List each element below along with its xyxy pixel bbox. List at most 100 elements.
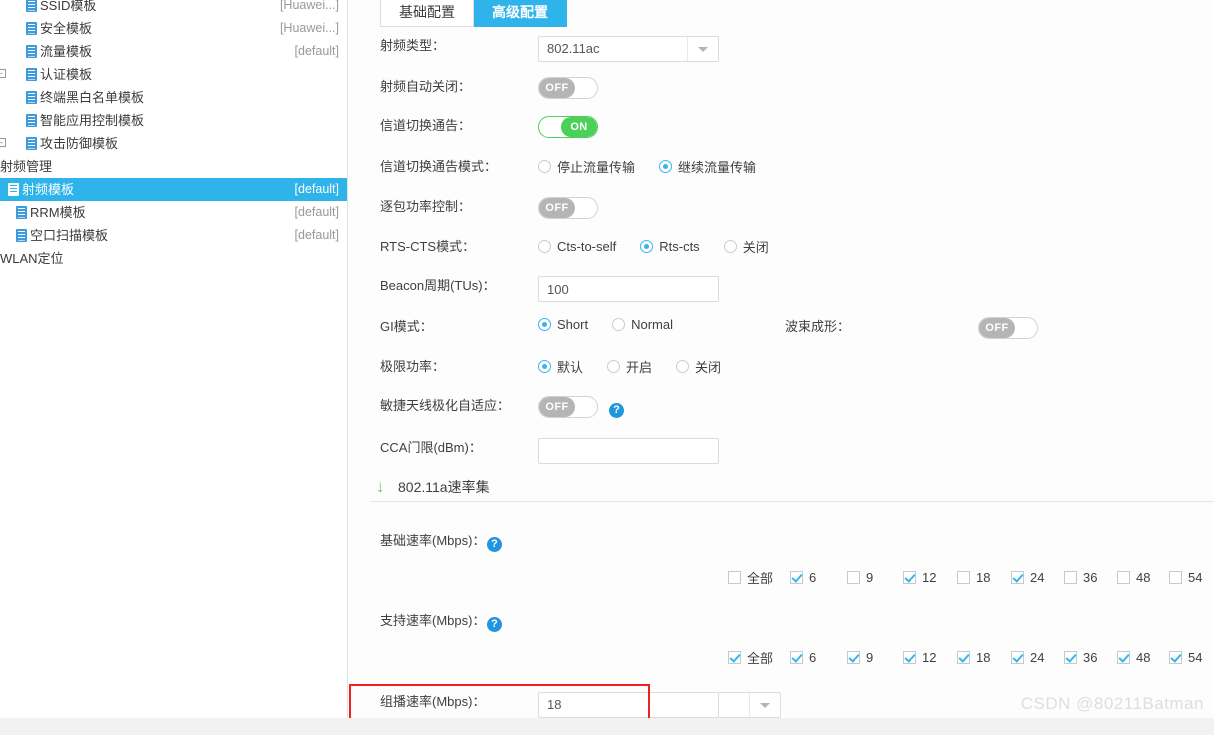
gi-mode-option-1[interactable]: Normal <box>612 317 673 332</box>
checkbox[interactable] <box>847 570 860 584</box>
gi-mode-radio-group[interactable]: Short Normal <box>538 317 697 332</box>
tree-item-5[interactable]: 智能应用控制模板 <box>0 109 347 132</box>
help-icon[interactable]: ? <box>487 537 502 552</box>
rts-cts-mode-option-2[interactable]: 关闭 <box>723 237 769 256</box>
radio-button[interactable] <box>659 160 673 173</box>
tree-item-7[interactable]: 射频管理 <box>0 155 347 178</box>
tab-bar[interactable]: 基础配置 高级配置 <box>380 0 567 27</box>
radio-button[interactable] <box>723 240 737 253</box>
basic-rate-checkbox-18[interactable]: 18 <box>957 570 990 585</box>
tree-item-10[interactable]: 空口扫描模板 [default] <box>0 224 347 247</box>
rts-cts-mode-radio-group[interactable]: Cts-to-self Rts-cts 关闭 <box>538 237 793 256</box>
radio-button[interactable] <box>607 360 621 373</box>
channel-switch-mode-radio-group[interactable]: 停止流量传输 继续流量传输 <box>538 157 780 176</box>
cca-threshold-input-wrap[interactable] <box>538 438 719 464</box>
limit-power-option-2[interactable]: 关闭 <box>676 357 721 376</box>
channel-switch-mode-option-1[interactable]: 继续流量传输 <box>659 157 756 176</box>
help-icon[interactable]: ? <box>487 617 502 632</box>
radio-button[interactable] <box>538 318 551 331</box>
tree-item-1[interactable]: 安全模板 [Huawei...] <box>0 17 347 40</box>
radio-type-select[interactable]: 802.11ac <box>538 36 719 62</box>
checkbox[interactable] <box>957 570 970 584</box>
per-packet-power-toggle[interactable]: OFF <box>538 197 598 219</box>
support-rate-checkbox-9[interactable]: 9 <box>847 650 873 665</box>
basic-rate-checkbox-9[interactable]: 9 <box>847 570 873 585</box>
checkbox[interactable] <box>728 570 741 584</box>
tab-0[interactable]: 基础配置 <box>380 0 474 27</box>
checkbox[interactable] <box>1064 650 1077 664</box>
checkbox[interactable] <box>1117 650 1130 664</box>
support-rate-checkbox-6[interactable]: 6 <box>790 650 816 665</box>
beamforming-toggle[interactable]: OFF <box>978 317 1038 339</box>
checkbox[interactable] <box>957 650 970 664</box>
basic-rate-checkbox-6[interactable]: 6 <box>790 570 816 585</box>
smart-antenna-toggle[interactable]: OFF <box>538 396 598 418</box>
checkbox-label: 36 <box>1083 649 1098 665</box>
expander-icon[interactable]: - <box>0 69 6 78</box>
checkbox[interactable] <box>1011 650 1024 664</box>
basic-rate-checkbox-12[interactable]: 12 <box>903 570 936 585</box>
tree-item-6[interactable]: - 攻击防御模板 <box>0 132 347 155</box>
checkbox[interactable] <box>903 570 916 584</box>
checkbox[interactable] <box>790 650 803 664</box>
limit-power-option-0[interactable]: 默认 <box>538 357 583 376</box>
channel-switch-mode-option-0[interactable]: 停止流量传输 <box>538 157 635 176</box>
limit-power-option-1[interactable]: 开启 <box>607 357 652 376</box>
radio-button[interactable] <box>640 240 654 253</box>
tree-item-2[interactable]: 流量模板 [default] <box>0 40 347 63</box>
basic-rate-checkbox-全部[interactable]: 全部 <box>728 568 773 587</box>
channel-switch-announce-toggle[interactable]: ON <box>538 116 598 138</box>
support-rate-checkbox-全部[interactable]: 全部 <box>728 648 773 667</box>
support-rate-checkbox-48[interactable]: 48 <box>1117 650 1150 665</box>
toggle-state-label: OFF <box>539 198 575 218</box>
gi-mode-option-0[interactable]: Short <box>538 317 588 332</box>
multicast-rate-select[interactable]: 18 <box>538 692 781 718</box>
checkbox-label: 54 <box>1188 569 1203 585</box>
expander-icon[interactable]: - <box>0 138 6 147</box>
checkbox[interactable] <box>1011 570 1024 584</box>
checkbox[interactable] <box>847 650 860 664</box>
chevron-down-icon[interactable] <box>749 693 780 717</box>
radio-button[interactable] <box>612 318 626 331</box>
multicast-rate-select-extension[interactable] <box>719 692 781 718</box>
rts-cts-mode-option-0[interactable]: Cts-to-self <box>538 239 616 254</box>
beacon-period-input[interactable] <box>538 276 719 302</box>
tree-item-clipped[interactable] <box>0 0 347 3</box>
checkbox[interactable] <box>728 650 741 664</box>
basic-rate-checkbox-36[interactable]: 36 <box>1064 570 1097 585</box>
support-rate-checkbox-36[interactable]: 36 <box>1064 650 1097 665</box>
basic-rate-checkbox-54[interactable]: 54 <box>1169 570 1202 585</box>
tree-item-8[interactable]: 射频模板 [default] <box>0 178 347 201</box>
limit-power-radio-group[interactable]: 默认 开启 关闭 <box>538 357 745 376</box>
beacon-period-input-wrap[interactable] <box>538 276 719 302</box>
tab-1[interactable]: 高级配置 <box>474 0 567 27</box>
basic-rate-checkbox-48[interactable]: 48 <box>1117 570 1150 585</box>
tree-item-9[interactable]: RRM模板 [default] <box>0 201 347 224</box>
checkbox[interactable] <box>1169 650 1182 664</box>
support-rate-checkbox-54[interactable]: 54 <box>1169 650 1202 665</box>
help-icon[interactable]: ? <box>609 403 624 418</box>
chevron-down-icon[interactable] <box>687 37 718 61</box>
rts-cts-mode-option-1[interactable]: Rts-cts <box>640 239 700 254</box>
tree-item-4[interactable]: 终端黑白名单模板 <box>0 86 347 109</box>
basic-rate-checkbox-24[interactable]: 24 <box>1011 570 1044 585</box>
support-rate-checkbox-24[interactable]: 24 <box>1011 650 1044 665</box>
radio-button[interactable] <box>538 360 551 373</box>
support-rate-checkbox-18[interactable]: 18 <box>957 650 990 665</box>
radio-button[interactable] <box>676 360 690 373</box>
checkbox[interactable] <box>1169 570 1182 584</box>
checkbox-label: 9 <box>866 649 874 665</box>
cca-threshold-input[interactable] <box>538 438 719 464</box>
checkbox[interactable] <box>790 570 803 584</box>
rate-set-section-header[interactable]: ↓ 802.11a速率集 <box>370 477 1214 497</box>
radio-auto-off-toggle[interactable]: OFF <box>538 77 598 99</box>
checkbox[interactable] <box>1064 570 1077 584</box>
tree-item-3[interactable]: - 认证模板 <box>0 63 347 86</box>
checkbox[interactable] <box>903 650 916 664</box>
tree-item-11[interactable]: WLAN定位 <box>0 247 347 270</box>
radio-button[interactable] <box>538 160 551 173</box>
radio-button[interactable] <box>538 240 551 253</box>
support-rate-checkbox-12[interactable]: 12 <box>903 650 936 665</box>
checkbox[interactable] <box>1117 570 1130 584</box>
navigation-tree[interactable]: SSID模板 [Huawei...] 安全模板 [Huawei...] 流量模板 [def… <box>0 0 347 718</box>
